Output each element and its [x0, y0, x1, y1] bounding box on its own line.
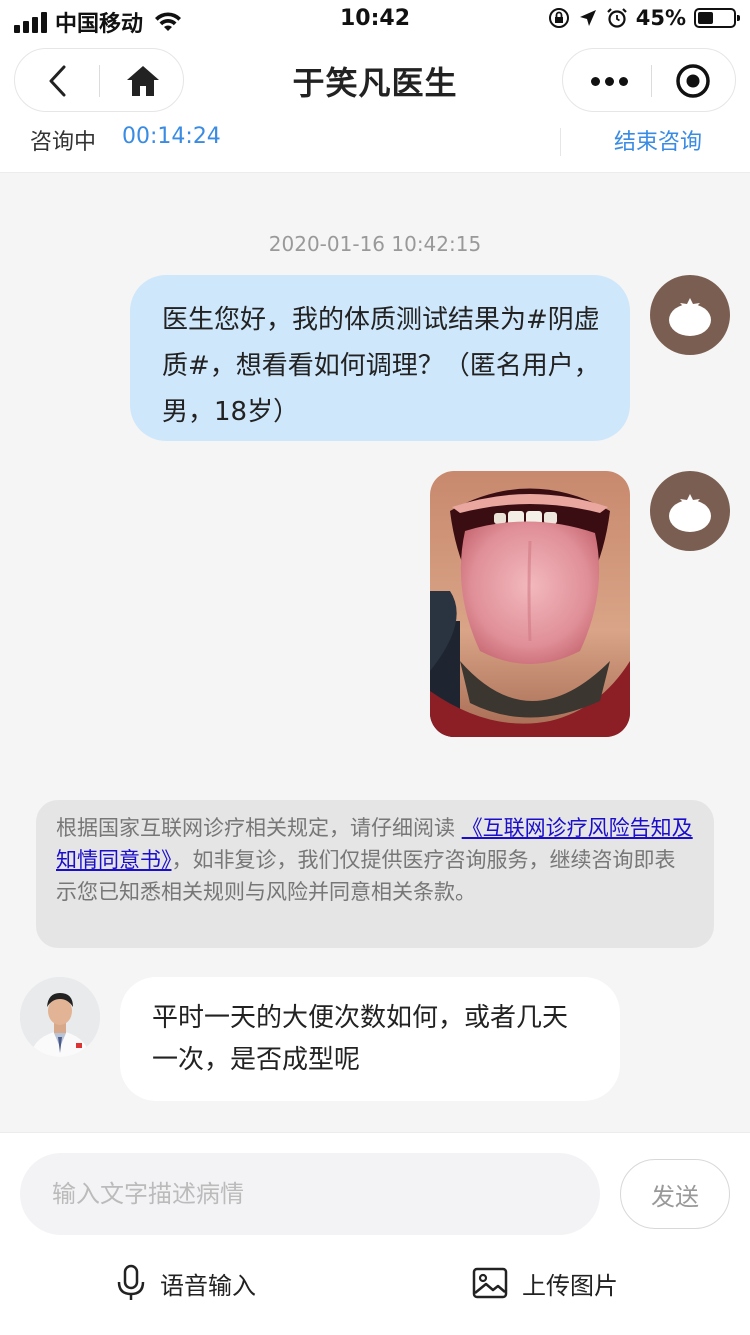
tongue-photo-image — [430, 471, 630, 737]
more-button[interactable] — [585, 63, 633, 99]
tomato-avatar-icon — [669, 298, 711, 336]
nav-bar: 于笑凡医生 — [0, 40, 750, 124]
consult-bar: 咨询中 00:14:24 结束咨询 — [0, 124, 750, 173]
image-icon — [472, 1267, 508, 1299]
more-icon — [590, 76, 600, 86]
tomato-avatar-icon — [669, 494, 711, 532]
doctor-message-bubble: 平时一天的大便次数如何，或者几天一次，是否成型呢 — [120, 977, 620, 1101]
user-avatar[interactable] — [650, 471, 730, 551]
status-bar: 中国移动 10:42 45% — [0, 0, 750, 40]
status-right: 45% — [548, 6, 740, 30]
voice-input-button[interactable]: 语音输入 — [116, 1261, 256, 1305]
message-timestamp: 2020-01-16 10:42:15 — [268, 232, 482, 256]
microphone-icon — [117, 1264, 145, 1300]
doctor-avatar[interactable] — [20, 977, 100, 1057]
notice-prefix: 根据国家互联网诊疗相关规定，请仔细阅读 — [56, 816, 462, 840]
input-area: 发送 语音输入 上传图片 — [0, 1132, 750, 1335]
tongue-photo[interactable] — [430, 471, 630, 737]
consult-timer: 00:14:24 — [122, 124, 221, 149]
end-consult-button[interactable]: 结束咨询 — [614, 124, 702, 156]
upload-image-label: 上传图片 — [522, 1271, 618, 1300]
lock-rotation-icon — [548, 8, 569, 28]
consult-status: 咨询中 — [30, 130, 97, 155]
battery-percentage: 45% — [635, 6, 686, 30]
location-arrow-icon — [579, 10, 596, 26]
consent-notice: 根据国家互联网诊疗相关规定，请仔细阅读 《互联网诊疗风险告知及知情同意书》，如非… — [36, 800, 714, 948]
battery-fill — [698, 12, 713, 24]
doctor-avatar-image — [20, 977, 100, 1057]
close-target-icon[interactable] — [673, 61, 713, 101]
upload-image-button[interactable]: 上传图片 — [472, 1261, 618, 1305]
alarm-icon — [606, 8, 627, 28]
send-button[interactable]: 发送 — [620, 1159, 730, 1229]
nav-capsule-right — [562, 48, 736, 112]
consult-divider — [560, 128, 561, 156]
user-avatar[interactable] — [650, 275, 730, 355]
message-input[interactable] — [20, 1153, 600, 1235]
battery-icon — [694, 8, 740, 28]
user-message-bubble: 医生您好，我的体质测试结果为#阴虚质#，想看看如何调理？（匿名用户，男，18岁） — [130, 275, 630, 441]
voice-input-label: 语音输入 — [160, 1271, 256, 1300]
capsule-divider — [651, 65, 652, 97]
